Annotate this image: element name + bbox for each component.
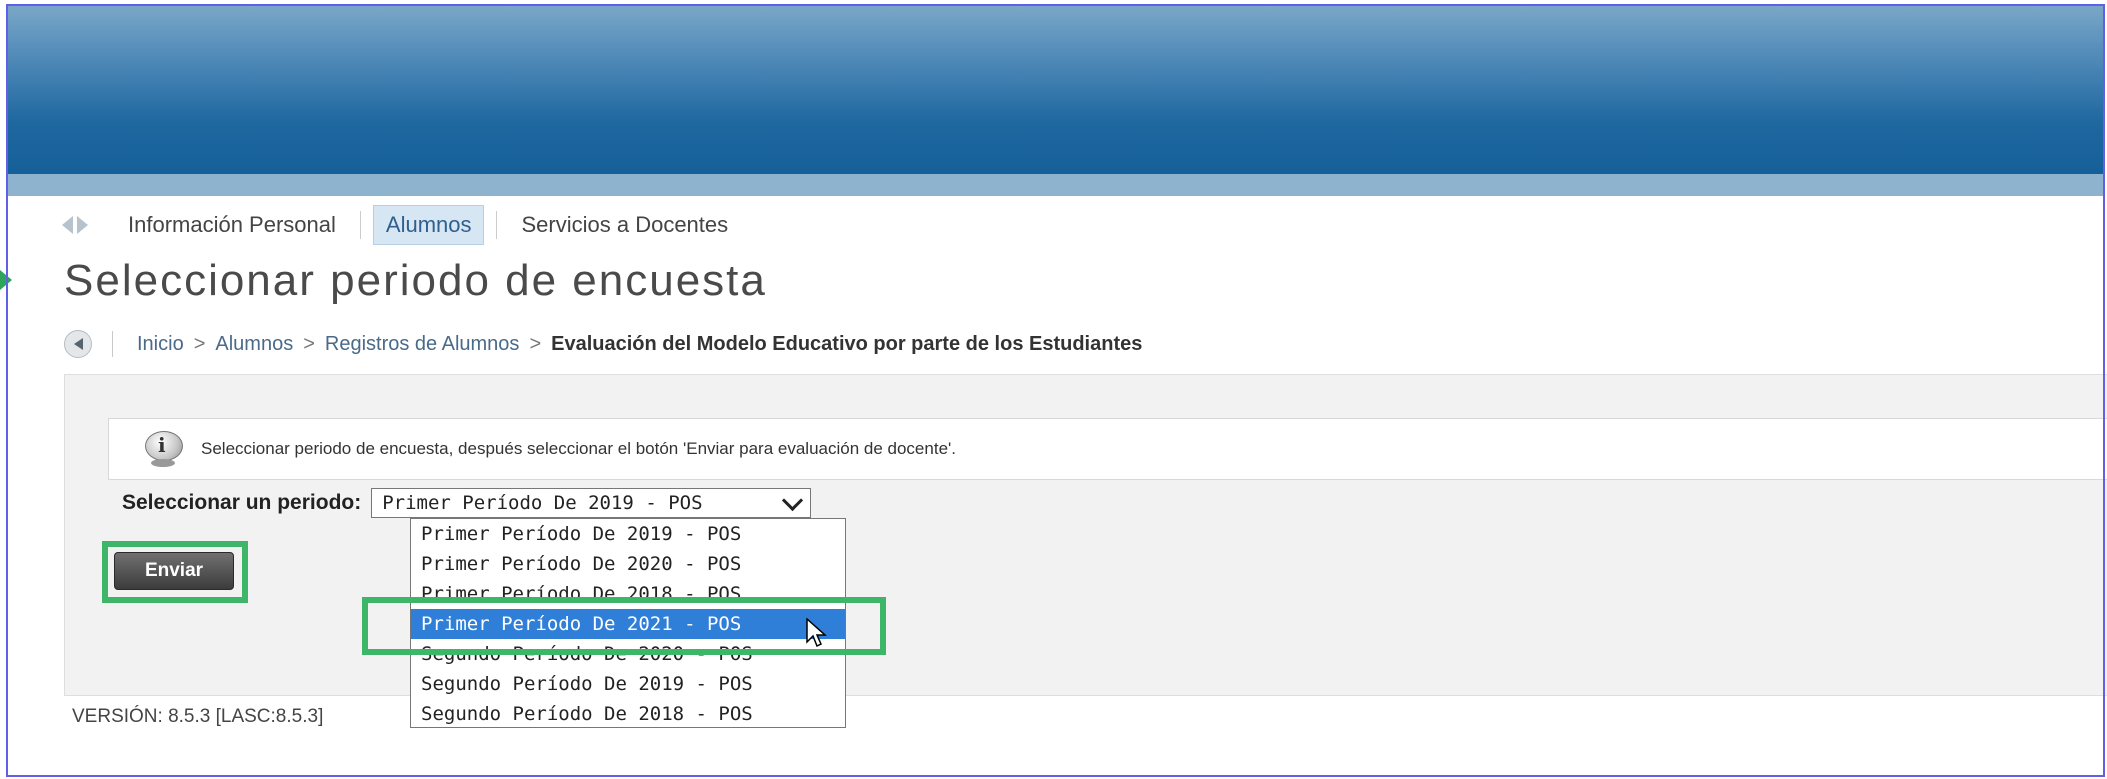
tab-scroll-right-icon[interactable] [77, 216, 88, 234]
tab-divider [496, 211, 498, 239]
period-option[interactable]: Segundo Período De 2020 - POS [411, 639, 845, 669]
tab-divider [359, 211, 361, 239]
info-message-text: Seleccionar periodo de encuesta, después… [201, 439, 956, 458]
tab-scroll-arrows[interactable] [62, 216, 88, 234]
header-banner [8, 6, 2105, 174]
period-select[interactable]: Primer Período De 2019 - POS [371, 488, 812, 518]
breadcrumb-divider [112, 331, 113, 357]
period-select-value: Primer Período De 2019 - POS [382, 492, 703, 514]
tab-scroll-left-icon[interactable] [62, 216, 73, 234]
period-select-label: Seleccionar un periodo: [122, 491, 362, 514]
breadcrumb-registros[interactable]: Registros de Alumnos [325, 333, 520, 356]
pointer-arrow-icon [0, 270, 12, 290]
period-dropdown-list[interactable]: Primer Período De 2019 - POS Primer Perí… [410, 518, 846, 728]
chevron-down-icon [782, 489, 804, 511]
header-strip [8, 174, 2105, 196]
tab-bar: Información Personal Alumnos Servicios a… [62, 205, 740, 245]
info-message-box: i Seleccionar periodo de encuesta, despu… [108, 418, 2107, 480]
breadcrumb-alumnos[interactable]: Alumnos [215, 333, 293, 356]
enviar-button[interactable]: Enviar [114, 552, 234, 590]
period-option-highlighted[interactable]: Primer Período De 2021 - POS [411, 609, 845, 639]
page-title: Seleccionar periodo de encuesta [64, 256, 767, 305]
tab-servicios-docentes[interactable]: Servicios a Docentes [509, 206, 740, 244]
tab-informacion-personal[interactable]: Información Personal [116, 206, 348, 244]
period-option[interactable]: Segundo Período De 2019 - POS [411, 669, 845, 699]
version-text: VERSIÓN: 8.5.3 [LASC:8.5.3] [72, 706, 324, 727]
period-option[interactable]: Primer Período De 2019 - POS [411, 519, 845, 549]
back-arrow-icon[interactable] [64, 330, 92, 358]
breadcrumb-separator: > [303, 332, 315, 355]
breadcrumb-current: Evaluación del Modelo Educativo por part… [551, 332, 1143, 355]
period-option[interactable]: Segundo Período De 2018 - POS [411, 699, 845, 727]
breadcrumb-inicio[interactable]: Inicio [137, 333, 184, 356]
breadcrumb-separator: > [529, 332, 542, 355]
info-icon: i [143, 427, 187, 471]
period-option[interactable]: Primer Período De 2020 - POS [411, 549, 845, 579]
period-select-row: Seleccionar un periodo: Primer Período D… [122, 488, 812, 518]
breadcrumb-separator: > [193, 332, 206, 355]
tab-alumnos[interactable]: Alumnos [372, 205, 485, 245]
mouse-cursor-icon [806, 618, 827, 648]
period-option[interactable]: Primer Período De 2018 - POS [411, 579, 845, 609]
breadcrumb: Inicio > Alumnos > Registros de Alumnos … [64, 328, 1142, 360]
